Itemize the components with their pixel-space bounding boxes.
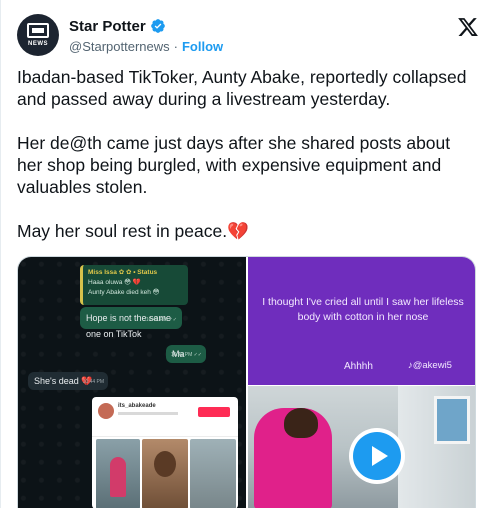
x-logo-icon[interactable] bbox=[457, 16, 479, 38]
tweet-paragraph: Her de@th came just days after she share… bbox=[17, 133, 451, 197]
tweet-paragraph: Ibadan-based TikToker, Aunty Abake, repo… bbox=[17, 67, 467, 109]
quoted-sender: Miss Issa ✿ ✿ • Status bbox=[88, 269, 158, 276]
profile-tabs bbox=[92, 431, 238, 437]
author-name[interactable]: Star Potter bbox=[69, 18, 146, 35]
play-icon bbox=[372, 446, 388, 466]
author-handle[interactable]: @Starpotternews bbox=[69, 39, 170, 54]
tweet-paragraph: May her soul rest in peace.💔 bbox=[17, 221, 249, 241]
handle-separator: · bbox=[173, 39, 178, 54]
tweet-header: NEWS Star Potter @Starpotternews · Follo… bbox=[17, 14, 479, 58]
chat-message-in: She's dead 💔 10:44 PM bbox=[28, 372, 108, 390]
chat-message-out: Hope is not the same one on TikTok 10:42… bbox=[80, 307, 182, 339]
author-handle-row: @Starpotternews · Follow bbox=[69, 39, 223, 54]
follow-button[interactable]: Follow bbox=[182, 39, 223, 54]
profile-stats-line bbox=[118, 412, 178, 415]
overlay-sound-text: Ahhhh bbox=[344, 361, 373, 372]
person-figure bbox=[254, 408, 332, 508]
video-still bbox=[248, 386, 475, 508]
quoted-status: Miss Issa ✿ ✿ • Status Haaa oluwa 😳 💔 Au… bbox=[80, 265, 188, 305]
verified-badge-icon bbox=[150, 19, 165, 33]
profile-name: its_abakeade bbox=[118, 403, 156, 409]
tiktok-caption-panel: I thought I've cried all until I saw her… bbox=[248, 257, 475, 385]
video-thumbnail bbox=[96, 439, 140, 508]
chat-message-time: 10:43 PM ✓✓ bbox=[170, 352, 202, 358]
profile-avatar bbox=[98, 403, 114, 419]
chat-message-time: 10:42 PM ✓✓ bbox=[145, 317, 177, 323]
tweet-text: Ibadan-based TikToker, Aunty Abake, repo… bbox=[17, 66, 477, 242]
quoted-line: Aunty Abake died keh 😳 bbox=[88, 289, 160, 296]
tweet-card: NEWS Star Potter @Starpotternews · Follo… bbox=[0, 0, 491, 508]
author-name-row: Star Potter bbox=[69, 17, 166, 35]
play-button-fill bbox=[353, 432, 401, 480]
video-thumbnail bbox=[142, 439, 188, 508]
tweet-media[interactable]: Miss Issa ✿ ✿ • Status Haaa oluwa 😳 💔 Au… bbox=[17, 256, 476, 508]
play-button[interactable] bbox=[349, 428, 405, 484]
star-logo-icon bbox=[27, 23, 49, 38]
tiktok-profile-screenshot: its_abakeade bbox=[92, 397, 238, 508]
chat-message-time: 10:44 PM bbox=[82, 379, 104, 385]
quoted-line: Haaa oluwa 😳 💔 bbox=[88, 279, 141, 286]
tiktok-watermark: ♪@akewi5 bbox=[408, 360, 452, 371]
video-thumbnail bbox=[190, 439, 236, 508]
avatar[interactable]: NEWS bbox=[17, 14, 59, 56]
person-head bbox=[284, 408, 318, 438]
overlay-caption: I thought I've cried all until I saw her… bbox=[262, 296, 464, 323]
profile-follow-button bbox=[198, 407, 230, 417]
chat-screenshot: Miss Issa ✿ ✿ • Status Haaa oluwa 😳 💔 Au… bbox=[18, 257, 246, 508]
avatar-label: NEWS bbox=[28, 41, 48, 47]
background-window bbox=[434, 396, 470, 444]
chat-message-out: Ma 10:43 PM ✓✓ bbox=[166, 345, 206, 363]
